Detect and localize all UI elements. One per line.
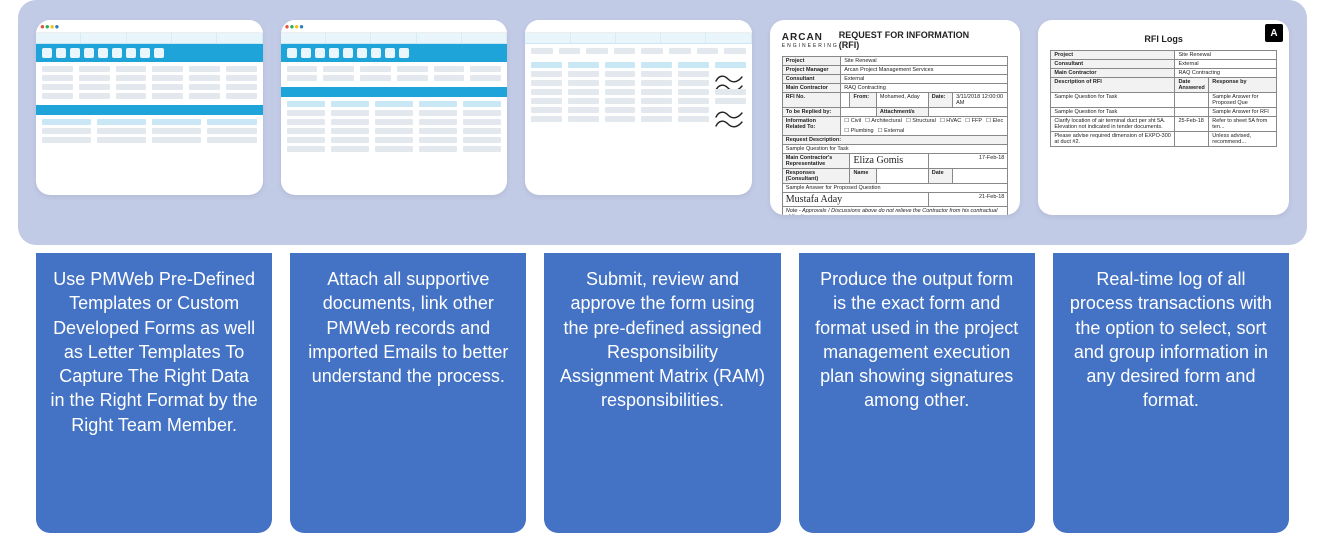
diagram-stage: ●●●● ●●●● xyxy=(0,0,1325,559)
doc-brand-sub: ENGINEERING xyxy=(782,43,839,49)
doc-brand: ARCAN xyxy=(782,32,823,43)
thumbnail-band: ●●●● ●●●● xyxy=(18,0,1307,245)
log-table: ProjectSite Renewal ConsultantExternal M… xyxy=(1050,50,1277,147)
log-badge: A xyxy=(1265,24,1283,42)
caption-1: Use PMWeb Pre-Defined Templates or Custo… xyxy=(36,253,272,533)
doc-table: ProjectSite Renewal Project ManagerArcan… xyxy=(782,56,1009,215)
thumb-attachments: ●●●● xyxy=(281,20,508,195)
caption-row: Use PMWeb Pre-Defined Templates or Custo… xyxy=(36,253,1289,533)
caption-3: Submit, review and approve the form usin… xyxy=(544,253,780,533)
thumb-form-editor: ●●●● xyxy=(36,20,263,195)
caption-4: Produce the output form is the exact for… xyxy=(799,253,1035,533)
log-title: RFI Logs xyxy=(1050,34,1277,44)
thumb-log: A RFI Logs ProjectSite Renewal Consultan… xyxy=(1038,20,1289,215)
thumb-output-form: ARCAN ENGINEERING REQUEST FOR INFORMATIO… xyxy=(770,20,1021,215)
caption-5: Real-time log of all process transaction… xyxy=(1053,253,1289,533)
doc-title: REQUEST FOR INFORMATION (RFI) xyxy=(839,30,981,50)
caption-2: Attach all supportive documents, link ot… xyxy=(290,253,526,533)
thumb-workflow xyxy=(525,20,752,195)
